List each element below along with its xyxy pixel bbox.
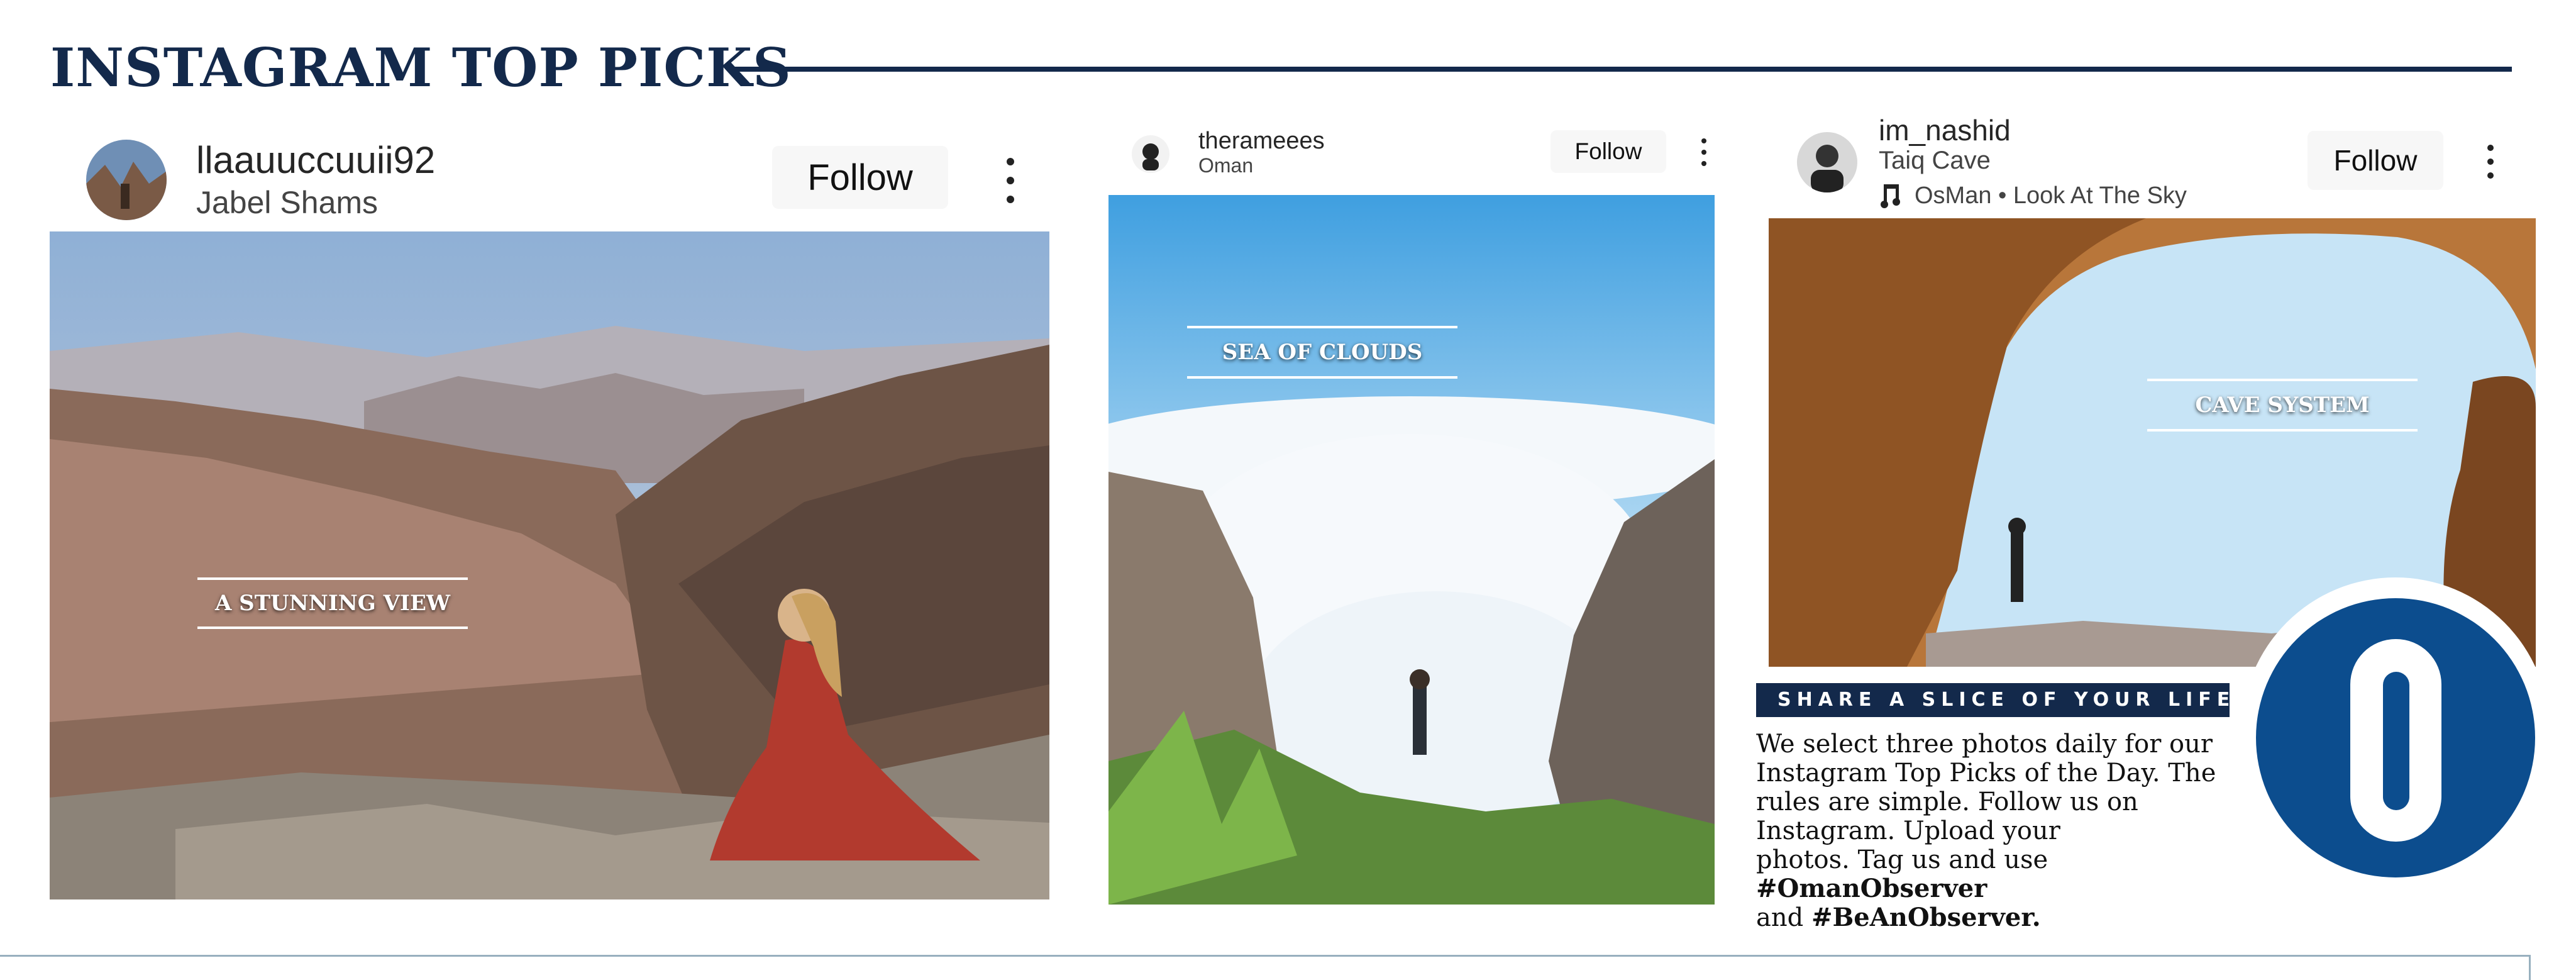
post1-username[interactable]: llaauuccuuii92 <box>196 138 435 182</box>
post1-location[interactable]: Jabel Shams <box>196 184 378 221</box>
post2-more-vertical-icon[interactable] <box>1701 138 1707 166</box>
title-rule <box>729 67 2512 72</box>
clouds-illustration <box>1108 195 1715 905</box>
post1-follow-button[interactable]: Follow <box>772 146 948 209</box>
post3-location[interactable]: Taiq Cave <box>1879 147 1991 175</box>
post3-music[interactable]: OsMan • Look At The Sky <box>1915 182 2187 209</box>
info-line-text: photos. Tag us and use <box>1756 845 2048 874</box>
post1-photo[interactable]: A STUNNING VIEW <box>50 231 1049 899</box>
post2-username[interactable]: therameees <box>1198 128 1325 155</box>
hashtag-beanobserver[interactable]: #BeAnObserver. <box>1811 903 2041 932</box>
info-line: Instagram. Upload your <box>1756 816 2060 845</box>
post3-username[interactable]: im_nashid <box>1879 113 2011 147</box>
post3-caption: CAVE SYSTEM <box>2147 379 2418 432</box>
post2-avatar[interactable] <box>1132 135 1169 173</box>
post3-follow-button[interactable]: Follow <box>2308 131 2443 190</box>
post2-caption: SEA OF CLOUDS <box>1187 326 1457 379</box>
music-note-icon <box>1880 184 1901 209</box>
post1-caption: A STUNNING VIEW <box>197 577 468 629</box>
post2-photo[interactable]: SEA OF CLOUDS <box>1108 195 1715 905</box>
info-line: photos. Tag us and use #OmanObserver <box>1756 845 2253 903</box>
info-body: We select three photos daily for our Ins… <box>1756 730 2253 932</box>
info-line: and #BeAnObserver. <box>1756 903 2253 933</box>
post2-location[interactable]: Oman <box>1198 154 1253 177</box>
info-and: and <box>1756 903 1804 932</box>
post3-more-vertical-icon[interactable] <box>2487 145 2494 179</box>
info-line: rules are simple. Follow us on <box>1756 788 2138 816</box>
bottom-frame <box>0 955 2531 980</box>
post1-more-vertical-icon[interactable] <box>1006 158 1015 203</box>
canyon-illustration <box>50 231 1049 899</box>
post2-follow-button[interactable]: Follow <box>1551 130 1666 173</box>
post1-avatar[interactable] <box>86 140 167 220</box>
page-title: INSTAGRAM TOP PICKS <box>50 36 792 99</box>
hashtag-omanobserver[interactable]: #OmanObserver <box>1756 874 1987 903</box>
observer-logo <box>2242 577 2550 886</box>
info-line: Instagram Top Picks of the Day. The <box>1756 759 2216 788</box>
post3-avatar[interactable] <box>1797 132 1857 192</box>
info-line: We select three photos daily for our <box>1756 730 2213 759</box>
share-heading: SHARE A SLICE OF YOUR LIFE <box>1756 683 2230 717</box>
